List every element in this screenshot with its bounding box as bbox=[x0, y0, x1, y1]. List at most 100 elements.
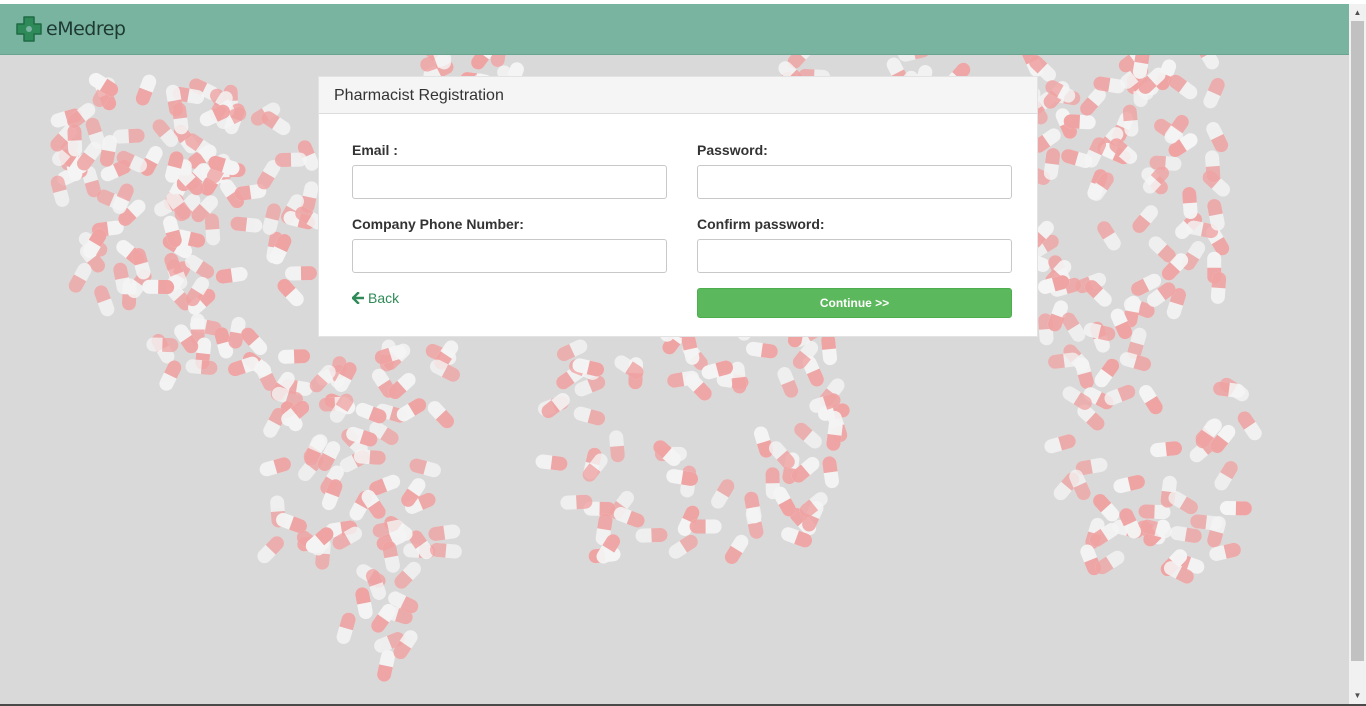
brand-logo[interactable]: eMedrep bbox=[14, 13, 126, 45]
pill-shape bbox=[1059, 309, 1089, 345]
pill-shape bbox=[277, 348, 311, 365]
pill-shape bbox=[1129, 202, 1161, 236]
pill-shape bbox=[1204, 149, 1221, 183]
pill-shape bbox=[274, 152, 308, 168]
pill-shape bbox=[1219, 500, 1253, 516]
pill-shape bbox=[1092, 548, 1128, 577]
medical-cross-icon bbox=[16, 16, 42, 42]
pill-cluster-south-america bbox=[254, 337, 463, 683]
pill-shape bbox=[743, 490, 763, 525]
pill-shape bbox=[635, 527, 668, 543]
password-field[interactable] bbox=[697, 165, 1012, 199]
top-navbar: eMedrep bbox=[0, 4, 1349, 55]
pill-shape bbox=[896, 54, 932, 64]
pill-shape bbox=[1112, 473, 1147, 495]
brand-name: eMedrep bbox=[46, 18, 126, 40]
company-phone-label: Company Phone Number: bbox=[352, 216, 524, 232]
pill-shape bbox=[204, 212, 221, 246]
pill-shape bbox=[666, 532, 701, 562]
pill-shape bbox=[353, 449, 387, 466]
pill-shape bbox=[157, 358, 184, 394]
pill-shape bbox=[1091, 355, 1122, 391]
pill-shape bbox=[775, 364, 801, 400]
scroll-thumb[interactable] bbox=[1351, 21, 1364, 661]
pill-shape bbox=[1211, 458, 1241, 494]
pill-shape bbox=[752, 424, 775, 460]
continue-button[interactable]: Continue >> bbox=[697, 288, 1012, 318]
back-link[interactable]: Back bbox=[352, 290, 399, 306]
vertical-scrollbar[interactable]: ▲ ▼ bbox=[1349, 4, 1366, 704]
pill-shape bbox=[1234, 408, 1265, 443]
pill-shape bbox=[261, 201, 283, 237]
pill-shape bbox=[407, 456, 443, 479]
pill-shape bbox=[394, 395, 429, 425]
confirm-password-label: Confirm password: bbox=[697, 216, 825, 232]
pill-shape bbox=[67, 124, 83, 157]
pill-shape bbox=[66, 260, 94, 296]
pill-shape bbox=[184, 358, 219, 376]
pill-shape bbox=[722, 532, 752, 567]
pill-shape bbox=[214, 266, 249, 285]
scroll-down-arrow-icon[interactable]: ▼ bbox=[1349, 687, 1366, 704]
pill-shape bbox=[1063, 113, 1097, 130]
pill-shape bbox=[1181, 186, 1198, 220]
panel-title: Pharmacist Registration bbox=[319, 77, 1037, 114]
pill-cluster-australia bbox=[1042, 375, 1265, 587]
pill-shape bbox=[424, 398, 457, 432]
pill-shape bbox=[254, 533, 287, 567]
pill-shape bbox=[354, 586, 374, 621]
pill-shape bbox=[560, 494, 593, 511]
pill-shape bbox=[92, 283, 117, 319]
pill-shape bbox=[608, 429, 626, 463]
scroll-up-arrow-icon[interactable]: ▲ bbox=[1349, 4, 1366, 21]
email-field[interactable] bbox=[352, 165, 667, 199]
company-phone-field[interactable] bbox=[352, 239, 667, 273]
pill-shape bbox=[821, 455, 840, 490]
confirm-password-field[interactable] bbox=[697, 239, 1012, 273]
pill-shape bbox=[1073, 356, 1096, 391]
pill-shape bbox=[820, 332, 838, 366]
pill-cluster-asia bbox=[1016, 54, 1233, 391]
email-label: Email : bbox=[352, 142, 398, 158]
pill-shape bbox=[1201, 75, 1228, 111]
pill-shape bbox=[765, 467, 780, 500]
pill-shape bbox=[229, 215, 264, 234]
pill-shape bbox=[689, 519, 722, 534]
pill-shape bbox=[133, 72, 159, 108]
pill-shape bbox=[745, 340, 779, 360]
pill-shape bbox=[1193, 54, 1222, 72]
pill-shape bbox=[381, 539, 402, 574]
pill-shape bbox=[284, 266, 318, 281]
registration-panel: Pharmacist Registration Email : Password… bbox=[318, 76, 1038, 337]
pill-shape bbox=[429, 542, 463, 560]
pill-shape bbox=[708, 476, 737, 512]
pill-shape bbox=[1203, 119, 1231, 155]
pill-cluster-north-america bbox=[47, 70, 328, 394]
pill-shape bbox=[1210, 271, 1227, 305]
pill-shape bbox=[427, 523, 462, 542]
pill-shape bbox=[534, 453, 569, 472]
pill-shape bbox=[1094, 218, 1124, 254]
arrow-left-icon bbox=[352, 292, 364, 304]
pill-shape bbox=[680, 331, 701, 367]
back-link-label: Back bbox=[368, 290, 400, 306]
pill-shape bbox=[274, 276, 307, 310]
pill-shape bbox=[572, 405, 607, 427]
pill-shape bbox=[142, 279, 175, 295]
pill-shape bbox=[611, 505, 647, 530]
pill-shape bbox=[1043, 147, 1061, 181]
pill-shape bbox=[375, 648, 397, 683]
pill-shape bbox=[257, 455, 293, 478]
pill-shape bbox=[146, 337, 179, 353]
pill-shape bbox=[1212, 380, 1246, 399]
pill-shape bbox=[825, 418, 844, 452]
pill-shape bbox=[334, 610, 358, 646]
pill-shape bbox=[1102, 382, 1138, 408]
pill-shape bbox=[1149, 440, 1183, 458]
password-label: Password: bbox=[697, 142, 768, 158]
pill-shape bbox=[1042, 432, 1078, 455]
browser-viewport: eMedrep Pharmacist Registration Email : … bbox=[0, 0, 1366, 706]
pill-shape bbox=[112, 128, 146, 144]
pill-shape bbox=[791, 419, 825, 452]
pill-shape bbox=[1165, 488, 1201, 517]
